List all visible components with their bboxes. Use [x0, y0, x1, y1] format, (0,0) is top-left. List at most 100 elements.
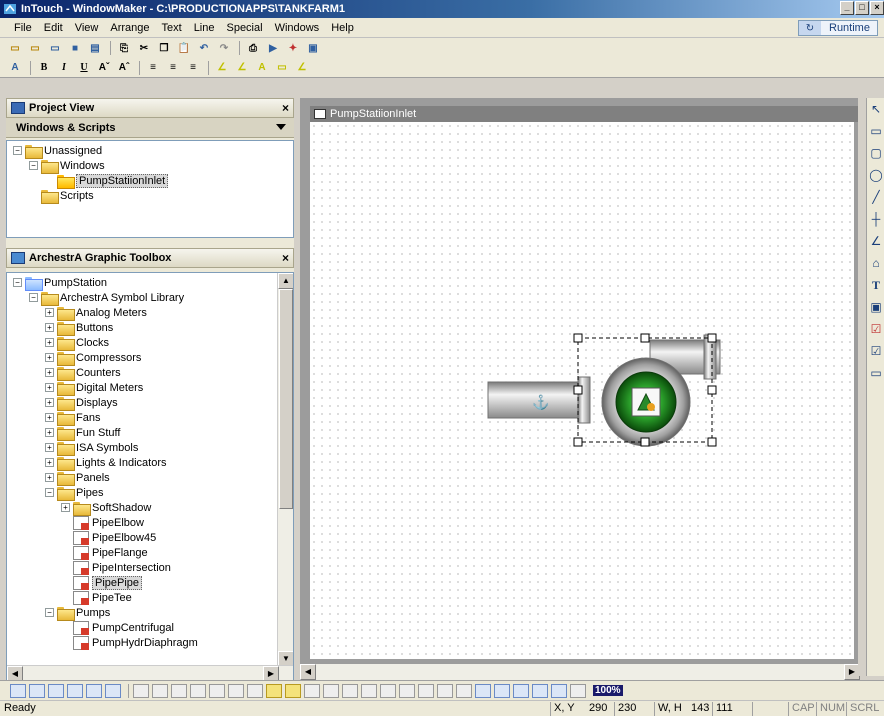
zoom-fit-icon[interactable]: [513, 683, 529, 698]
expand-icon[interactable]: +: [45, 353, 54, 362]
runtime-button[interactable]: ↻ Runtime: [798, 20, 878, 36]
rectangle-tool-icon[interactable]: ▭: [867, 120, 884, 142]
undo-icon[interactable]: ↶: [195, 40, 213, 56]
tree-item[interactable]: PipeElbow: [7, 515, 293, 530]
flip-icon[interactable]: [399, 683, 415, 698]
grid-view-icon[interactable]: [10, 683, 26, 698]
align-right-icon[interactable]: ≡: [184, 60, 202, 76]
menu-view[interactable]: View: [69, 22, 105, 34]
tree-item[interactable]: PumpCentrifugal: [7, 620, 293, 635]
checkbox-tool-icon[interactable]: ☑: [867, 340, 884, 362]
tree-item[interactable]: − ArchestrA Symbol Library: [7, 290, 293, 306]
scroll-up-icon[interactable]: ▲: [278, 273, 293, 289]
expand-icon[interactable]: +: [45, 398, 54, 407]
wizard-tool-icon[interactable]: ▭: [867, 362, 884, 384]
polyline-tool-icon[interactable]: ∠: [867, 230, 884, 252]
tree-item[interactable]: Scripts: [7, 188, 293, 204]
tree-item[interactable]: + Clocks: [7, 335, 293, 351]
underline-icon[interactable]: U: [75, 60, 93, 76]
menu-arrange[interactable]: Arrange: [104, 22, 155, 34]
ellipse-tool-icon[interactable]: ◯: [867, 164, 884, 186]
redo-icon[interactable]: ↷: [215, 40, 233, 56]
pump-graphic[interactable]: ⚓: [310, 122, 854, 659]
menu-help[interactable]: Help: [325, 22, 360, 34]
window-color-icon[interactable]: ▭: [273, 60, 291, 76]
rotate-icon[interactable]: [380, 683, 396, 698]
scroll-thumb[interactable]: [279, 289, 293, 509]
align-top-icon[interactable]: [190, 683, 206, 698]
group-icon[interactable]: [304, 683, 320, 698]
expand-icon[interactable]: +: [61, 503, 70, 512]
align-left-icon[interactable]: [133, 683, 149, 698]
menu-windows[interactable]: Windows: [269, 22, 326, 34]
drawing-canvas[interactable]: ⚓: [310, 122, 854, 659]
align-left-icon[interactable]: ≡: [144, 60, 162, 76]
reshape-icon[interactable]: [456, 683, 472, 698]
maximize-button[interactable]: □: [855, 1, 869, 15]
cut-icon[interactable]: ✂: [135, 40, 153, 56]
italic-icon[interactable]: I: [55, 60, 73, 76]
tree-item[interactable]: + Compressors: [7, 350, 293, 366]
space-vertical-icon[interactable]: [437, 683, 453, 698]
tree-item[interactable]: PipePipe: [7, 575, 293, 590]
close-button[interactable]: ×: [870, 1, 884, 15]
bold-icon[interactable]: B: [35, 60, 53, 76]
expand-icon[interactable]: +: [45, 413, 54, 422]
ruler-icon[interactable]: [86, 683, 102, 698]
button-tool-icon[interactable]: ☑: [867, 318, 884, 340]
tree-item[interactable]: + Digital Meters: [7, 380, 293, 396]
tree-item[interactable]: + Counters: [7, 365, 293, 381]
anchor-tool-icon[interactable]: [105, 683, 121, 698]
align-bottom-icon[interactable]: [228, 683, 244, 698]
expand-icon[interactable]: +: [45, 368, 54, 377]
tree-item[interactable]: + Lights & Indicators: [7, 455, 293, 471]
pan-hand-icon[interactable]: [570, 683, 586, 698]
zoom-selection-icon[interactable]: [532, 683, 548, 698]
windows-scripts-header[interactable]: Windows & Scripts: [6, 118, 294, 138]
align-middle-icon[interactable]: [209, 683, 225, 698]
tree-item[interactable]: PumpHydrDiaphragm: [7, 635, 293, 650]
menu-text[interactable]: Text: [156, 22, 188, 34]
zoom-level[interactable]: 100%: [593, 685, 623, 696]
font-icon[interactable]: A: [6, 60, 24, 76]
font-smaller-icon[interactable]: Aˇ: [95, 60, 113, 76]
expand-icon[interactable]: +: [45, 308, 54, 317]
canvas-vscroll[interactable]: [858, 98, 866, 676]
font-larger-icon[interactable]: Aˆ: [115, 60, 133, 76]
tree-item[interactable]: − Pumps: [7, 605, 293, 621]
tree-item[interactable]: PipeIntersection: [7, 560, 293, 575]
menu-edit[interactable]: Edit: [38, 22, 69, 34]
full-screen-icon[interactable]: [29, 683, 45, 698]
tree-item[interactable]: + Fans: [7, 410, 293, 426]
zoom-window-icon[interactable]: [551, 683, 567, 698]
tree-item[interactable]: − Unassigned: [7, 143, 293, 159]
toolbox-vscroll[interactable]: ▲ ▼: [277, 273, 293, 667]
snap-grid-icon[interactable]: [67, 683, 83, 698]
collapse-icon[interactable]: −: [29, 161, 38, 170]
collapse-icon[interactable]: −: [13, 146, 22, 155]
make-cell-icon[interactable]: [342, 683, 358, 698]
menu-file[interactable]: File: [8, 22, 38, 34]
minimize-button[interactable]: _: [840, 1, 854, 15]
expand-icon[interactable]: +: [45, 458, 54, 467]
tree-item[interactable]: PipeFlange: [7, 545, 293, 560]
break-cell-icon[interactable]: [361, 683, 377, 698]
tree-item[interactable]: + Panels: [7, 470, 293, 486]
collapse-icon[interactable]: −: [45, 608, 54, 617]
collapse-icon[interactable]: −: [13, 278, 22, 287]
bring-front-icon[interactable]: [266, 683, 282, 698]
tree-item[interactable]: + Analog Meters: [7, 305, 293, 321]
copy-icon[interactable]: ❐: [155, 40, 173, 56]
line-tool-icon[interactable]: ╱: [867, 186, 884, 208]
tree-item[interactable]: − Windows: [7, 158, 293, 174]
find-icon[interactable]: ▶: [264, 40, 282, 56]
close-window-icon[interactable]: ▭: [46, 40, 64, 56]
project-view-close-icon[interactable]: ×: [282, 101, 289, 115]
toolbox-hscroll[interactable]: ◀ ▶: [7, 665, 293, 681]
paste-icon[interactable]: 📋: [175, 40, 193, 56]
expand-icon[interactable]: +: [45, 443, 54, 452]
hv-line-tool-icon[interactable]: ┼: [867, 208, 884, 230]
open-window-icon[interactable]: ▭: [26, 40, 44, 56]
tree-item[interactable]: + SoftShadow: [7, 500, 293, 516]
bitmap-tool-icon[interactable]: ▣: [867, 296, 884, 318]
